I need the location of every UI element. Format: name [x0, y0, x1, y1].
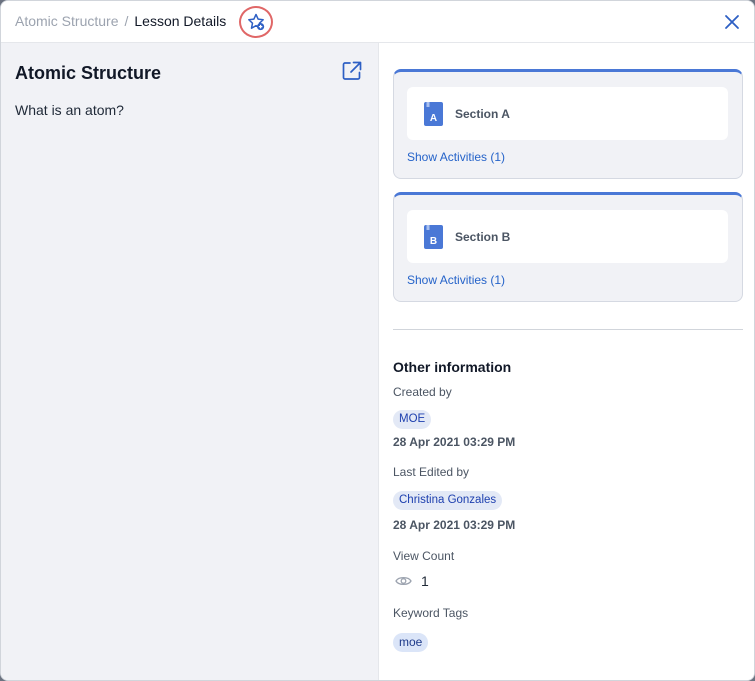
section-badge-b: B	[430, 236, 437, 247]
section-item-a[interactable]: A Section A	[407, 87, 728, 140]
keyword-tags-label: Keyword Tags	[393, 606, 469, 620]
show-activities-a-link[interactable]: Show Activities (1)	[407, 150, 505, 164]
book-icon: A	[424, 101, 443, 126]
star-add-icon	[248, 13, 265, 31]
created-date: 28 Apr 2021 03:29 PM	[393, 435, 516, 449]
view-count-value: 1	[421, 573, 429, 589]
last-edited-label: Last Edited by	[393, 465, 470, 479]
created-by-chip: MOE	[393, 410, 432, 429]
section-name-a: Section A	[455, 106, 510, 121]
breadcrumb: Atomic Structure / Lesson Details	[15, 13, 226, 29]
keyword-tag[interactable]: moe	[393, 633, 429, 652]
section-item-b[interactable]: B Section B	[407, 210, 728, 263]
lesson-details-modal: Atomic Structure / Lesson Details Atomic…	[0, 0, 755, 681]
eye-icon	[395, 576, 412, 586]
section-badge-a: A	[430, 113, 437, 124]
breadcrumb-parent[interactable]: Atomic Structure	[15, 13, 118, 29]
created-by-label: Created by	[393, 385, 452, 399]
view-count-label: View Count	[393, 549, 455, 563]
last-edited-date: 28 Apr 2021 03:29 PM	[393, 518, 516, 532]
section-card-a: A Section A Show Activities (1)	[393, 69, 743, 179]
lesson-title: Atomic Structure	[15, 63, 162, 83]
lesson-description: What is an atom?	[15, 102, 124, 118]
last-edited-by-chip: Christina Gonzales	[393, 491, 503, 510]
external-link-icon	[342, 61, 362, 80]
view-count-row: 1	[395, 573, 429, 589]
book-icon: B	[424, 224, 443, 249]
close-button[interactable]	[721, 11, 743, 33]
show-activities-b-link[interactable]: Show Activities (1)	[407, 273, 505, 287]
other-info-title: Other information	[393, 359, 512, 375]
section-name-b: Section B	[455, 229, 511, 244]
breadcrumb-separator: /	[124, 13, 129, 29]
close-icon	[725, 15, 739, 29]
lesson-content-panel: Atomic Structure What is an atom?	[1, 43, 379, 680]
modal-header: Atomic Structure / Lesson Details	[1, 1, 754, 43]
breadcrumb-current: Lesson Details	[134, 13, 227, 29]
section-card-b: B Section B Show Activities (1)	[393, 192, 743, 302]
open-external-button[interactable]	[341, 60, 363, 82]
favorite-button[interactable]	[239, 6, 273, 38]
divider	[393, 329, 743, 330]
lesson-info-panel: A Section A Show Activities (1) B Sectio…	[379, 43, 754, 680]
